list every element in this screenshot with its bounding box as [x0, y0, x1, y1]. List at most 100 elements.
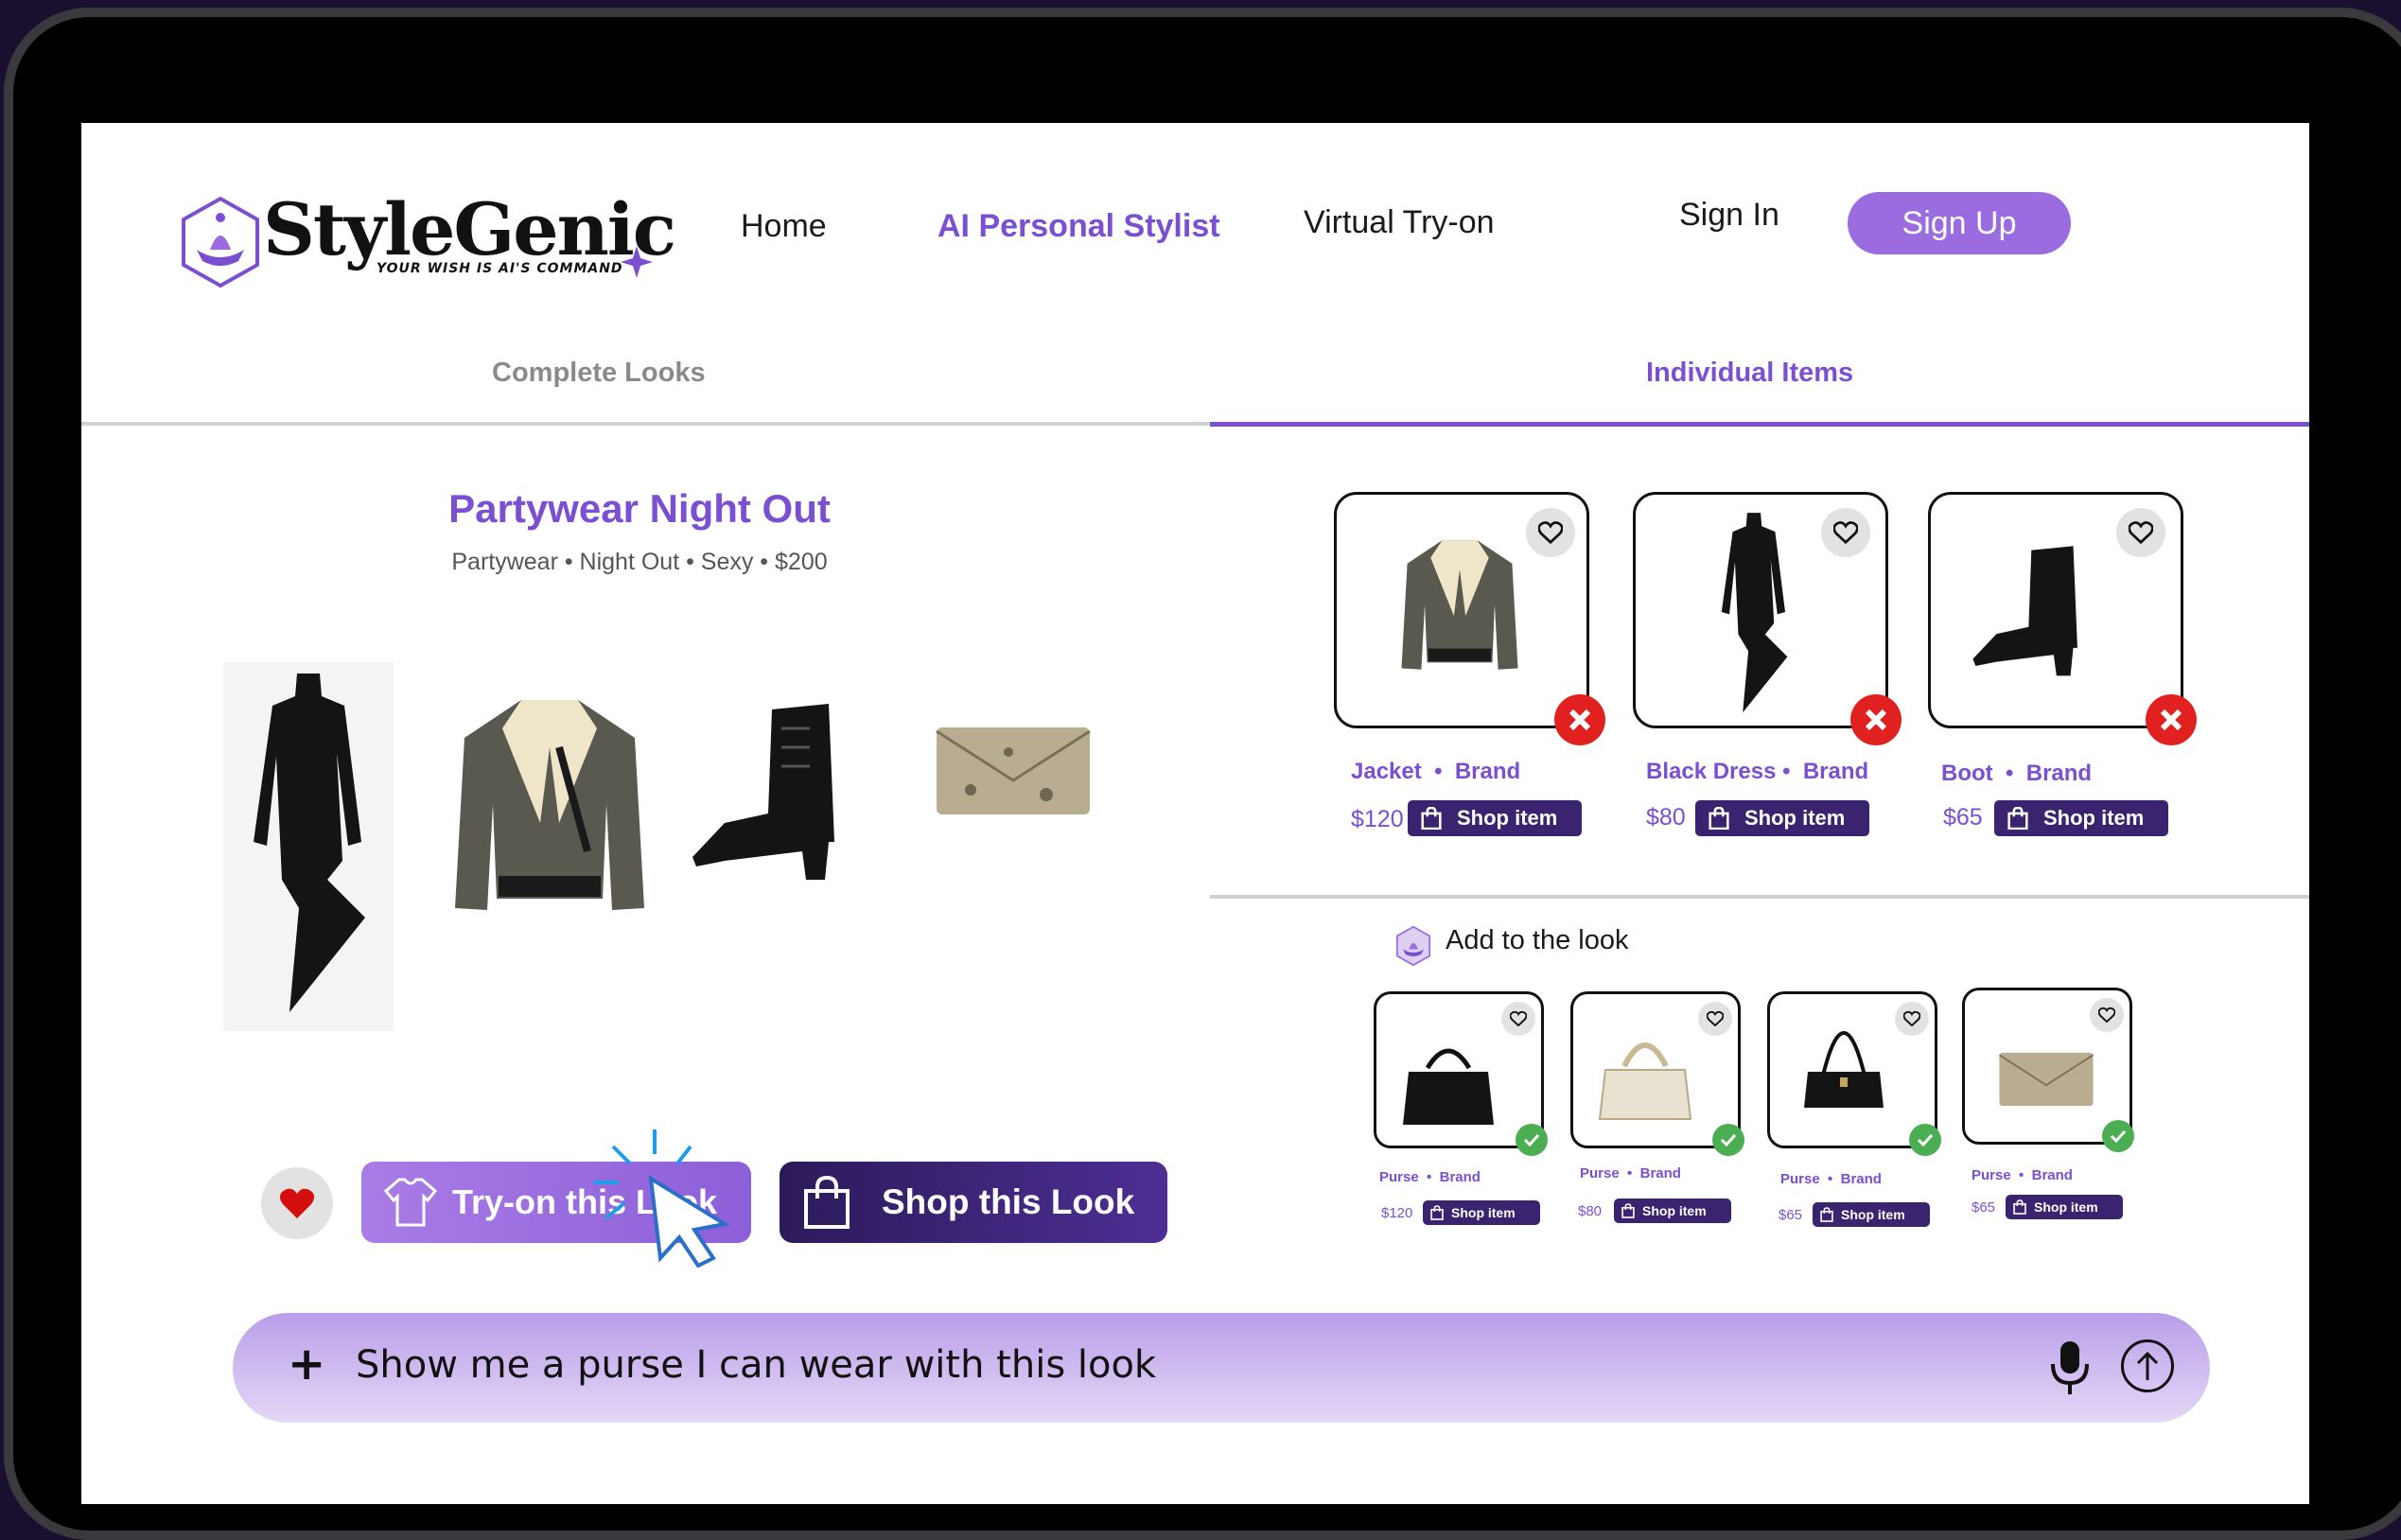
shop-item-button[interactable]: Shop item: [1813, 1202, 1930, 1227]
genie-lamp-icon: [182, 196, 259, 289]
microphone-icon[interactable]: [2049, 1339, 2091, 1396]
jacket-image: [455, 700, 644, 910]
heart-outline-icon: [1833, 521, 1858, 544]
genie-lamp-icon: [1395, 925, 1431, 967]
shopping-bag-icon: [1430, 1205, 1444, 1220]
suggestion-card[interactable]: [1962, 988, 2132, 1145]
heart-outline-icon: [2098, 1007, 2115, 1023]
black-purse-icon: [1403, 1048, 1494, 1125]
heart-outline-icon: [1538, 521, 1563, 544]
shopping-bag-icon: [2013, 1199, 2026, 1215]
item-name: Purse • Brand: [1379, 1169, 1481, 1185]
added-check-icon: [2102, 1120, 2134, 1152]
white-purse-icon: [1598, 1042, 1692, 1120]
shop-item-button[interactable]: Shop item: [1423, 1200, 1540, 1225]
nav-home[interactable]: Home: [741, 208, 827, 245]
nav-virtual-tryon[interactable]: Virtual Try-on: [1304, 204, 1495, 241]
app-screen: StyleGenic YOUR WISH IS AI'S COMMAND Hom…: [81, 123, 2309, 1504]
remove-item-button[interactable]: [1850, 694, 1902, 745]
item-name: Jacket • Brand: [1351, 759, 1521, 784]
favorite-item-button[interactable]: [1698, 1002, 1732, 1036]
look-tags: Partywear • Night Out • Sexy • $200: [451, 549, 828, 575]
favorite-item-button[interactable]: [1895, 1002, 1929, 1036]
favorite-look-button[interactable]: [261, 1167, 333, 1239]
tab-complete-looks[interactable]: Complete Looks: [492, 358, 706, 389]
boot-icon: [1972, 546, 2077, 676]
tab-underline: [81, 422, 1210, 426]
sparkle-icon: [621, 246, 653, 278]
shopping-bag-icon: [1709, 807, 1729, 830]
suggestion-card[interactable]: [1767, 991, 1937, 1148]
clutch-icon: [1998, 1052, 2094, 1107]
shopping-bag-icon: [1820, 1207, 1833, 1222]
clutch-image: [936, 727, 1091, 814]
shopping-bag-icon: [2007, 807, 2028, 830]
item-card-black-dress[interactable]: [1633, 492, 1888, 728]
shop-item-button[interactable]: Shop item: [1614, 1199, 1731, 1223]
add-to-look-label: Add to the look: [1446, 925, 1629, 955]
favorite-item-button[interactable]: [1501, 1002, 1535, 1036]
item-price: $65: [1779, 1207, 1803, 1223]
shirt-icon: [383, 1178, 438, 1227]
shop-item-button[interactable]: Shop item: [1408, 800, 1582, 836]
sign-up-button[interactable]: Sign Up: [1848, 192, 2071, 254]
nav-ai-stylist[interactable]: AI Personal Stylist: [938, 208, 1220, 245]
favorite-item-button[interactable]: [2090, 998, 2124, 1032]
item-price: $120: [1381, 1205, 1413, 1221]
brand-name: StyleGenic: [263, 187, 676, 271]
remove-item-button[interactable]: [1554, 694, 1605, 745]
heart-outline-icon: [1903, 1011, 1920, 1026]
chat-bar[interactable]: + Show me a purse I can wear with this l…: [233, 1313, 2210, 1423]
remove-item-button[interactable]: [2146, 694, 2197, 745]
shop-look-button[interactable]: Shop this Look: [780, 1162, 1167, 1243]
item-name: Black Dress • Brand: [1646, 759, 1869, 784]
jacket-icon: [1401, 540, 1518, 670]
item-card-boot[interactable]: [1928, 492, 2183, 728]
added-check-icon: [1712, 1124, 1744, 1156]
look-title: Partywear Night Out: [448, 486, 831, 531]
close-icon: [1865, 709, 1887, 731]
item-price: $80: [1578, 1203, 1603, 1219]
shop-item-button[interactable]: Shop item: [1994, 800, 2168, 836]
send-button[interactable]: [2121, 1339, 2174, 1392]
item-name: Purse • Brand: [1780, 1171, 1882, 1187]
section-divider: [1210, 895, 2309, 899]
cursor-click-icon: [594, 1129, 730, 1268]
tab-active-indicator: [1210, 422, 2309, 427]
shopping-bag-icon: [1621, 1203, 1635, 1218]
favorite-item-button[interactable]: [1821, 508, 1870, 557]
close-icon: [1569, 709, 1591, 731]
item-name: Purse • Brand: [1972, 1167, 2073, 1183]
suggestion-card[interactable]: [1570, 991, 1741, 1148]
added-check-icon: [1909, 1124, 1941, 1156]
dress-icon: [1721, 513, 1788, 713]
heart-outline-icon: [1510, 1011, 1527, 1026]
tab-individual-items[interactable]: Individual Items: [1646, 358, 1853, 389]
arrow-up-icon: [2136, 1351, 2159, 1380]
heart-icon: [279, 1188, 315, 1218]
close-icon: [2160, 709, 2182, 731]
add-attachment-icon[interactable]: +: [288, 1338, 325, 1391]
heart-outline-icon: [1707, 1011, 1724, 1026]
item-price: $120: [1351, 806, 1404, 832]
favorite-item-button[interactable]: [2116, 508, 2165, 557]
item-card-jacket[interactable]: [1334, 492, 1589, 728]
favorite-item-button[interactable]: [1526, 508, 1575, 557]
heart-outline-icon: [2129, 521, 2153, 544]
item-name: Purse • Brand: [1580, 1165, 1681, 1181]
shop-item-button[interactable]: Shop item: [1695, 800, 1869, 836]
boot-image: [692, 704, 834, 880]
brand-tagline: YOUR WISH IS AI'S COMMAND: [377, 261, 623, 276]
item-name: Boot • Brand: [1941, 761, 2093, 786]
dress-image: [223, 662, 394, 1031]
sign-in-link[interactable]: Sign In: [1679, 197, 1779, 234]
shoulder-bag-icon: [1804, 1031, 1884, 1108]
item-price: $65: [1972, 1199, 1996, 1216]
shop-item-button[interactable]: Shop item: [2006, 1195, 2123, 1219]
added-check-icon: [1516, 1124, 1548, 1156]
chat-input[interactable]: Show me a purse I can wear with this loo…: [356, 1343, 1156, 1387]
item-price: $80: [1646, 804, 1686, 831]
shopping-bag-icon: [804, 1176, 850, 1229]
suggestion-card[interactable]: [1374, 991, 1544, 1148]
shopping-bag-icon: [1421, 807, 1442, 830]
